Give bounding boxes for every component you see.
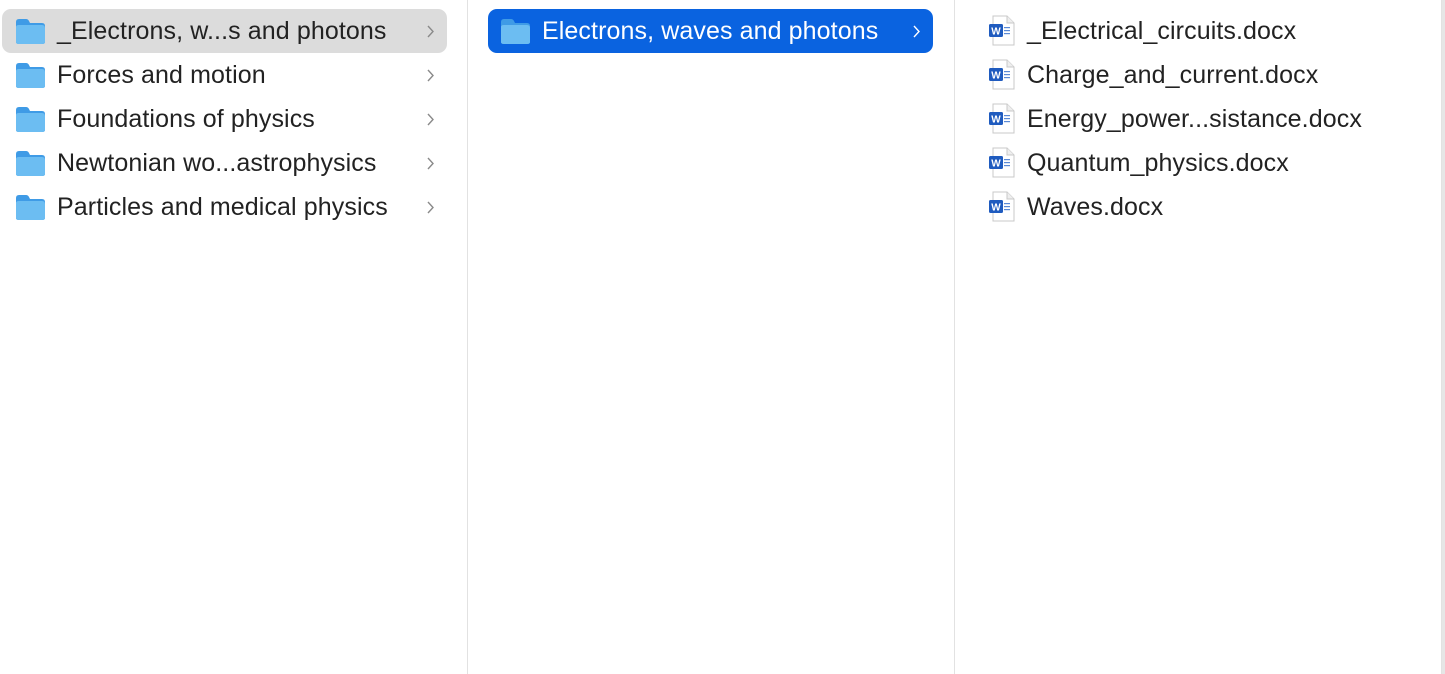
chevron-right-icon [423, 153, 437, 173]
word-document-icon: W [988, 191, 1016, 223]
column-root[interactable]: _Electrons, w...s and photons Forces and… [0, 0, 468, 674]
folder-label: Particles and medical physics [57, 192, 388, 221]
finder-column-browser: _Electrons, w...s and photons Forces and… [0, 0, 1445, 674]
file-label: Quantum_physics.docx [1027, 148, 1289, 177]
folder-label: Forces and motion [57, 60, 266, 89]
file-row[interactable]: W Energy_power...sistance.docx [985, 97, 1425, 141]
file-row[interactable]: W Quantum_physics.docx [985, 141, 1425, 185]
word-document-icon: W [988, 147, 1016, 179]
folder-label: Newtonian wo...astrophysics [57, 148, 377, 177]
file-label: _Electrical_circuits.docx [1027, 16, 1297, 45]
folder-icon [15, 106, 46, 133]
svg-text:W: W [991, 71, 1001, 82]
folder-row[interactable]: Newtonian wo...astrophysics [2, 141, 447, 185]
file-label: Charge_and_current.docx [1027, 60, 1319, 89]
svg-text:W: W [991, 27, 1001, 38]
folder-row[interactable]: Electrons, waves and photons [488, 9, 933, 53]
file-label: Energy_power...sistance.docx [1027, 104, 1362, 133]
folder-row[interactable]: Forces and motion [2, 53, 447, 97]
chevron-right-icon [423, 109, 437, 129]
file-row[interactable]: W Waves.docx [985, 185, 1425, 229]
file-label: Waves.docx [1027, 192, 1164, 221]
svg-text:W: W [991, 115, 1001, 126]
word-document-icon: W [988, 59, 1016, 91]
chevron-right-icon [423, 197, 437, 217]
column-electrons-waves-photons-parent[interactable]: Electrons, waves and photons [468, 0, 955, 674]
folder-icon [15, 18, 46, 45]
folder-label: _Electrons, w...s and photons [57, 16, 387, 45]
chevron-right-icon [423, 21, 437, 41]
word-document-icon: W [988, 103, 1016, 135]
folder-icon [500, 18, 531, 45]
chevron-right-icon [909, 21, 923, 41]
folder-label: Electrons, waves and photons [542, 16, 879, 45]
folder-icon [15, 62, 46, 89]
folder-row[interactable]: Foundations of physics [2, 97, 447, 141]
folder-icon [15, 150, 46, 177]
folder-row[interactable]: _Electrons, w...s and photons [2, 9, 447, 53]
column-electrons-waves-photons[interactable]: W _Electrical_circuits.docx W Charge_and… [955, 0, 1442, 674]
folder-icon [15, 194, 46, 221]
file-row[interactable]: W Charge_and_current.docx [985, 53, 1425, 97]
svg-text:W: W [991, 159, 1001, 170]
word-document-icon: W [988, 15, 1016, 47]
file-row[interactable]: W _Electrical_circuits.docx [985, 9, 1425, 53]
folder-label: Foundations of physics [57, 104, 315, 133]
chevron-right-icon [423, 65, 437, 85]
svg-text:W: W [991, 203, 1001, 214]
folder-row[interactable]: Particles and medical physics [2, 185, 447, 229]
